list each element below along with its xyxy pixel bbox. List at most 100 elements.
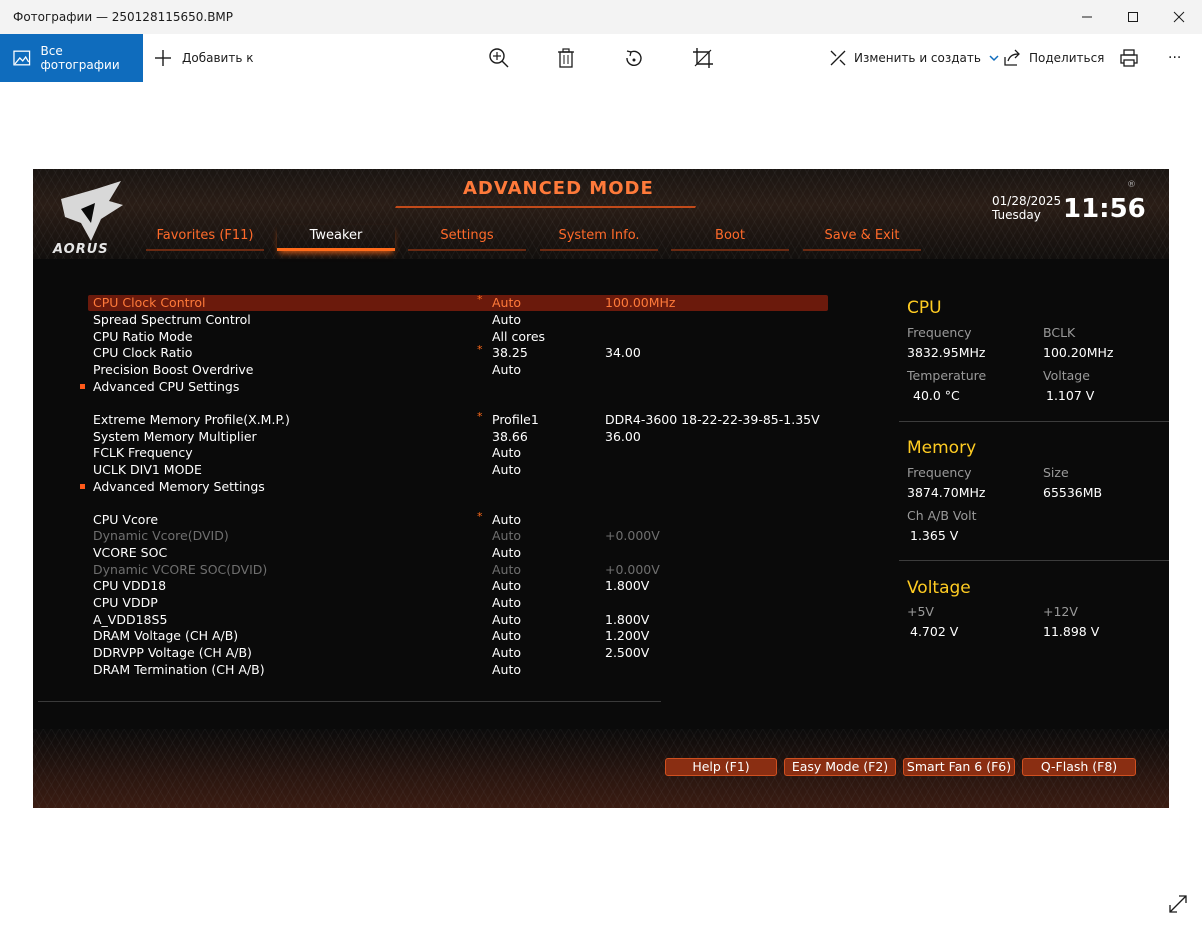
crop-icon bbox=[693, 48, 713, 68]
setting-row[interactable]: Precision Boost Overdrive Auto bbox=[88, 362, 828, 378]
maximize-button[interactable] bbox=[1110, 0, 1156, 34]
setting-row[interactable]: UCLK DIV1 MODE Auto bbox=[88, 462, 828, 478]
setting-current-value: 1.200V bbox=[605, 628, 650, 643]
setting-row[interactable]: CPU Clock Control * Auto 100.00MHz bbox=[88, 293, 828, 311]
chab-volt-label: Ch A/B Volt bbox=[907, 508, 977, 523]
v12-label: +12V bbox=[1043, 604, 1078, 619]
temp-label: Temperature bbox=[907, 368, 987, 383]
more-button[interactable]: ··· bbox=[1168, 34, 1181, 82]
setting-row[interactable]: Dynamic Vcore(DVID) Auto +0.000V bbox=[88, 528, 828, 544]
setting-label: DRAM Termination (CH A/B) bbox=[93, 662, 265, 677]
mem-freq-label: Frequency bbox=[907, 465, 972, 480]
setting-row[interactable]: CPU Clock Ratio * 38.25 34.00 bbox=[88, 343, 828, 361]
setting-row[interactable]: CPU Vcore * Auto bbox=[88, 510, 828, 528]
v5-value: 4.702 V bbox=[910, 624, 959, 639]
setting-label: Dynamic VCORE SOC(DVID) bbox=[93, 562, 268, 577]
setting-label: Advanced CPU Settings bbox=[93, 379, 240, 394]
setting-label: DDRVPP Voltage (CH A/B) bbox=[93, 645, 252, 660]
crop-button[interactable] bbox=[692, 34, 714, 82]
submenu-item[interactable]: Advanced CPU Settings bbox=[80, 379, 828, 395]
registered-mark: ® bbox=[1127, 180, 1136, 190]
setting-value[interactable]: 38.25 bbox=[492, 345, 528, 360]
setting-value[interactable]: Profile1 bbox=[492, 412, 539, 427]
print-button[interactable] bbox=[1119, 34, 1139, 82]
setting-label: Extreme Memory Profile(X.M.P.) bbox=[93, 412, 290, 427]
help-button[interactable]: Help (F1) bbox=[665, 758, 777, 776]
tab-settings[interactable]: Settings bbox=[408, 225, 526, 251]
setting-label: CPU Vcore bbox=[93, 512, 159, 527]
setting-value[interactable]: Auto bbox=[492, 662, 521, 677]
setting-row[interactable]: Spread Spectrum Control Auto bbox=[88, 312, 828, 328]
tab-favorites[interactable]: Favorites (F11) bbox=[146, 225, 264, 251]
setting-row[interactable]: DRAM Termination (CH A/B) Auto bbox=[88, 662, 828, 678]
close-button[interactable] bbox=[1156, 0, 1202, 34]
easy-mode-button[interactable]: Easy Mode (F2) bbox=[784, 758, 896, 776]
setting-current-value: +0.000V bbox=[605, 528, 660, 543]
setting-value[interactable]: Auto bbox=[492, 595, 521, 610]
share-button[interactable]: Поделиться bbox=[1003, 34, 1104, 82]
bios-header: ADVANCED MODE AORUS Favorites (F11) Twea… bbox=[33, 169, 1169, 259]
submenu-marker-icon bbox=[80, 384, 85, 389]
maximize-icon bbox=[1128, 12, 1138, 22]
setting-value[interactable]: Auto bbox=[492, 628, 521, 643]
mem-size-label: Size bbox=[1043, 465, 1069, 480]
date-text: 01/28/2025 bbox=[992, 194, 1062, 208]
setting-row[interactable]: Dynamic VCORE SOC(DVID) Auto +0.000V bbox=[88, 562, 828, 578]
setting-current-value: DDR4-3600 18-22-22-39-85-1.35V bbox=[605, 412, 820, 427]
setting-value[interactable]: Auto bbox=[492, 362, 521, 377]
setting-value[interactable]: Auto bbox=[492, 578, 521, 593]
minimize-button[interactable] bbox=[1064, 0, 1110, 34]
rotate-button[interactable] bbox=[623, 34, 645, 82]
qflash-button[interactable]: Q-Flash (F8) bbox=[1022, 758, 1136, 776]
rotate-icon bbox=[626, 50, 642, 66]
setting-row[interactable]: VCORE SOC Auto bbox=[88, 545, 828, 561]
edit-icon bbox=[830, 50, 846, 66]
setting-label: DRAM Voltage (CH A/B) bbox=[93, 628, 239, 643]
setting-label: System Memory Multiplier bbox=[93, 429, 257, 444]
setting-value[interactable]: Auto bbox=[492, 528, 521, 543]
setting-value[interactable]: Auto bbox=[492, 545, 521, 560]
modified-star-icon: * bbox=[477, 510, 483, 523]
cpu-freq-label: Frequency bbox=[907, 325, 972, 340]
expand-icon[interactable] bbox=[1168, 894, 1188, 914]
setting-value[interactable]: All cores bbox=[492, 329, 545, 344]
setting-value[interactable]: Auto bbox=[492, 612, 521, 627]
setting-row[interactable]: DRAM Voltage (CH A/B) Auto 1.200V bbox=[88, 628, 828, 644]
setting-current-value: 100.00MHz bbox=[605, 295, 676, 310]
setting-value[interactable]: Auto bbox=[492, 562, 521, 577]
setting-row[interactable]: FCLK Frequency Auto bbox=[88, 445, 828, 461]
setting-value[interactable]: Auto bbox=[492, 462, 521, 477]
setting-value[interactable]: 38.66 bbox=[492, 429, 528, 444]
modified-star-icon: * bbox=[477, 410, 483, 423]
setting-row[interactable]: CPU VDDP Auto bbox=[88, 595, 828, 611]
setting-value[interactable]: Auto bbox=[492, 295, 521, 310]
setting-row[interactable]: DDRVPP Voltage (CH A/B) Auto 2.500V bbox=[88, 645, 828, 661]
edit-create-button[interactable]: Изменить и создать bbox=[829, 34, 1000, 82]
zoom-button[interactable] bbox=[488, 34, 510, 82]
setting-row[interactable]: CPU Ratio Mode All cores bbox=[88, 329, 828, 345]
setting-value[interactable]: Auto bbox=[492, 512, 521, 527]
setting-row[interactable]: CPU VDD18 Auto 1.800V bbox=[88, 578, 828, 594]
all-photos-button[interactable]: Все фотографии bbox=[0, 34, 143, 82]
setting-row[interactable]: Extreme Memory Profile(X.M.P.) * Profile1 D… bbox=[88, 410, 828, 428]
add-to-button[interactable]: Добавить к bbox=[153, 34, 253, 82]
tab-system-info[interactable]: System Info. bbox=[540, 225, 658, 251]
panel-divider bbox=[899, 560, 1169, 561]
setting-row[interactable]: System Memory Multiplier 38.66 36.00 bbox=[88, 429, 828, 445]
photo-icon bbox=[13, 50, 31, 66]
setting-value[interactable]: Auto bbox=[492, 445, 521, 460]
delete-button[interactable] bbox=[555, 34, 577, 82]
setting-value[interactable]: Auto bbox=[492, 312, 521, 327]
all-photos-label: Все фотографии bbox=[40, 44, 120, 72]
printer-icon bbox=[1120, 49, 1138, 67]
submenu-item[interactable]: Advanced Memory Settings bbox=[80, 479, 828, 495]
tab-save-exit[interactable]: Save & Exit bbox=[803, 225, 921, 251]
tab-boot[interactable]: Boot bbox=[671, 225, 789, 251]
setting-row[interactable]: A_VDD18S5 Auto 1.800V bbox=[88, 612, 828, 628]
bclk-label: BCLK bbox=[1043, 325, 1076, 340]
cpu-volt-label: Voltage bbox=[1043, 368, 1090, 383]
tab-tweaker[interactable]: Tweaker bbox=[277, 225, 395, 251]
smart-fan-button[interactable]: Smart Fan 6 (F6) bbox=[903, 758, 1015, 776]
setting-value[interactable]: Auto bbox=[492, 645, 521, 660]
setting-label: UCLK DIV1 MODE bbox=[93, 462, 202, 477]
